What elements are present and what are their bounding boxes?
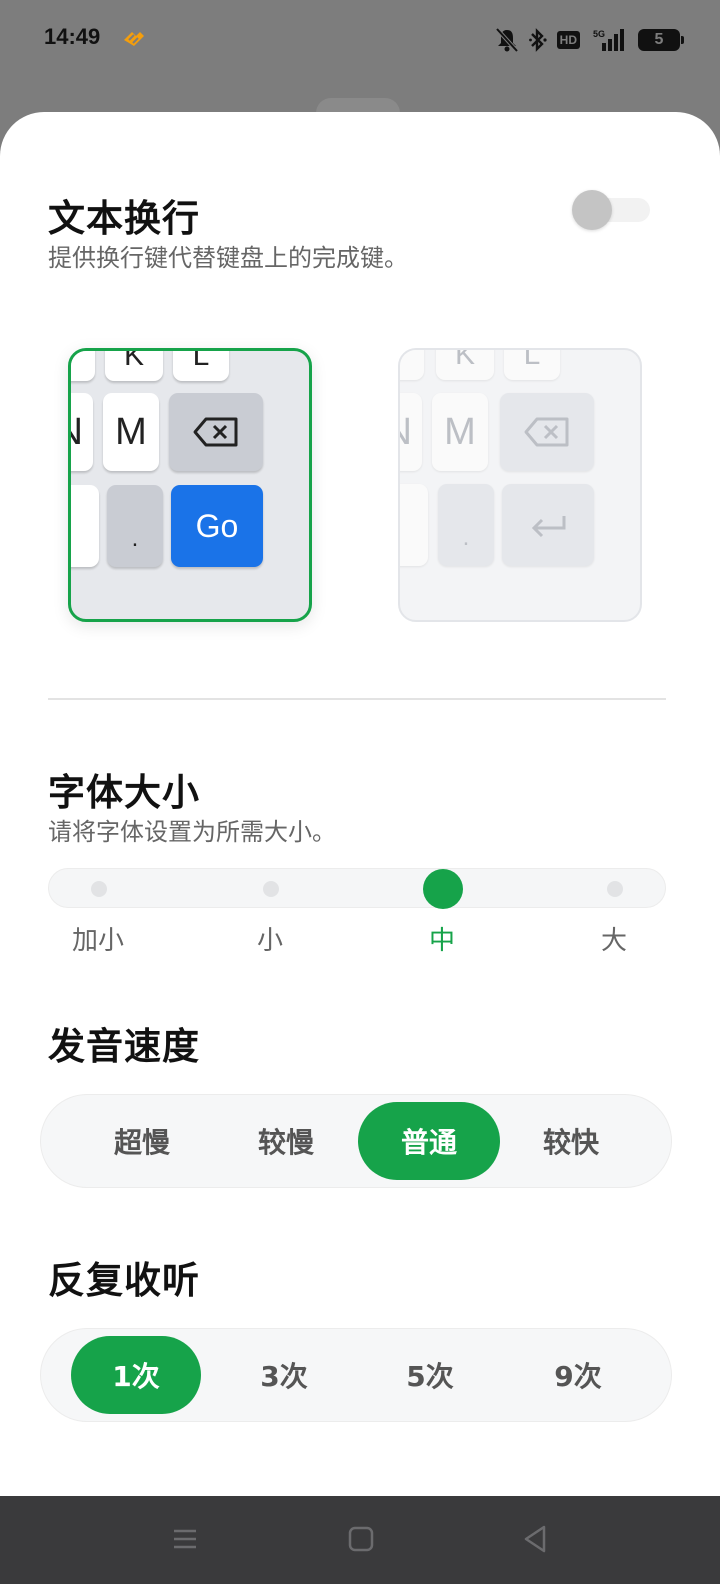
keyboard-key-l: L [504, 350, 560, 380]
hd-badge: HD [556, 31, 580, 49]
app-notification-icon [124, 32, 144, 46]
backspace-key [169, 393, 263, 471]
keyboard-key-n: N [400, 393, 422, 471]
speech-rate-selector: 超慢 较慢 普通 较快 [40, 1094, 672, 1188]
enter-arrow-icon [531, 516, 566, 538]
text-wrap-toggle[interactable] [572, 190, 650, 230]
font-size-label-xsmall[interactable]: 加小 [48, 920, 148, 957]
toggle-knob [572, 190, 612, 230]
keyboard-key-l: L [173, 351, 229, 381]
section-divider [48, 698, 666, 700]
font-size-title: 字体大小 [48, 771, 200, 814]
status-time: 14:49 [44, 24, 101, 49]
keyboard-preview-enter-option[interactable]: K L N M . [398, 348, 642, 622]
keyboard-key [400, 350, 424, 380]
repeat-option-9[interactable]: 9次 [507, 1336, 649, 1414]
speech-rate-option-normal[interactable]: 普通 [358, 1102, 500, 1180]
repeat-option-5[interactable]: 5次 [359, 1336, 501, 1414]
system-navigation-bar [0, 1496, 720, 1584]
menu-icon[interactable] [172, 1526, 198, 1552]
font-size-stop-small[interactable] [263, 881, 279, 897]
go-key: Go [171, 485, 263, 567]
back-icon[interactable] [522, 1524, 548, 1554]
font-size-label-small[interactable]: 小 [220, 920, 320, 957]
keyboard-space-key [400, 484, 428, 566]
speech-rate-option-slow[interactable]: 较慢 [215, 1102, 357, 1180]
status-bar: 14:49 HD 5G 5 [0, 0, 720, 80]
font-size-description: 请将字体设置为所需大小。 [48, 818, 336, 846]
backspace-icon [193, 417, 238, 447]
font-size-slider[interactable] [48, 868, 666, 909]
keyboard-key-k: K [105, 351, 163, 381]
keyboard-key [71, 351, 95, 381]
repeat-listen-selector: 1次 3次 5次 9次 [40, 1328, 672, 1422]
repeat-listen-title: 反复收听 [48, 1259, 200, 1302]
keyboard-space-key [71, 485, 99, 567]
text-wrap-description: 提供换行键代替键盘上的完成键。 [48, 244, 408, 272]
font-size-stop-medium[interactable] [423, 869, 463, 909]
svg-text:5G: 5G [593, 29, 605, 39]
keyboard-key-k: K [436, 350, 494, 380]
backspace-icon [524, 417, 569, 447]
home-icon[interactable] [348, 1526, 374, 1552]
bluetooth-icon [528, 28, 547, 52]
text-wrap-title: 文本换行 [48, 197, 200, 240]
mute-bell-icon [495, 27, 519, 53]
font-size-stop-large[interactable] [607, 881, 623, 897]
signal-5g-icon: 5G [593, 29, 624, 51]
keyboard-key-period: . [438, 484, 494, 566]
font-size-stop-xsmall[interactable] [91, 881, 107, 897]
keyboard-key-m: M [103, 393, 159, 471]
keyboard-key-n: N [71, 393, 93, 471]
keyboard-key-period: . [107, 485, 163, 567]
keyboard-key-m: M [432, 393, 488, 471]
settings-sheet: 文本换行 提供换行键代替键盘上的完成键。 K L N M . Go K L N … [0, 112, 720, 1496]
battery-indicator: 5 [638, 29, 684, 51]
repeat-option-1[interactable]: 1次 [71, 1336, 201, 1414]
speech-rate-option-very-slow[interactable]: 超慢 [71, 1102, 213, 1180]
keyboard-preview-go-option[interactable]: K L N M . Go [68, 348, 312, 622]
speech-rate-title: 发音速度 [48, 1025, 200, 1068]
speech-rate-option-fast[interactable]: 较快 [500, 1102, 642, 1180]
font-size-label-medium[interactable]: 中 [392, 920, 492, 957]
repeat-option-3[interactable]: 3次 [213, 1336, 355, 1414]
enter-key [502, 484, 594, 566]
font-size-label-large[interactable]: 大 [564, 920, 664, 957]
backspace-key [500, 393, 594, 471]
